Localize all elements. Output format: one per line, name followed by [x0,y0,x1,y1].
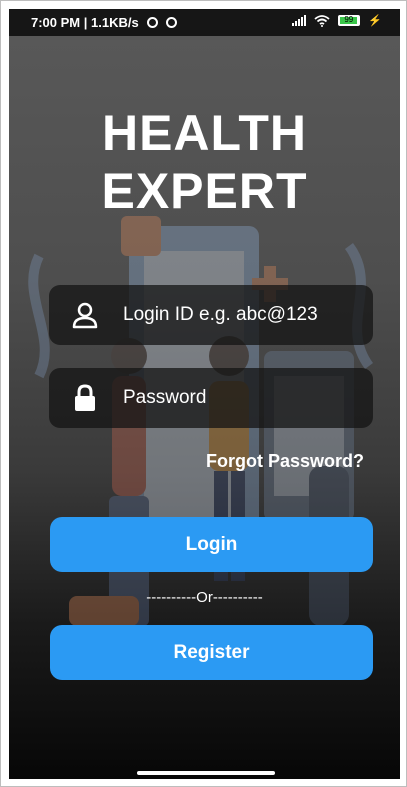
status-bar: 7:00 PM | 1.1KB/s 99 ⚡ [9,9,400,36]
register-button[interactable]: Register [50,625,373,680]
login-id-placeholder: Login ID e.g. abc@123 [123,304,318,325]
status-time: 7:00 PM | 1.1KB/s [31,15,139,30]
battery-level: 99 [340,16,358,24]
user-icon [69,299,101,331]
signal-icon [292,15,307,26]
charging-icon: ⚡ [368,15,382,27]
sync-icon [165,17,177,28]
login-button[interactable]: Login [50,517,373,572]
forgot-password-link[interactable]: Forgot Password? [206,451,364,472]
login-id-field[interactable]: Login ID e.g. abc@123 [49,285,373,345]
home-indicator[interactable] [137,771,275,775]
lock-icon [69,382,101,414]
app-title-line-1: HEALTH [101,105,308,161]
phone-screen: 7:00 PM | 1.1KB/s 99 ⚡ HEALTH EXPERT Log… [9,9,400,779]
password-placeholder: Password [123,387,207,408]
or-divider: ----------Or---------- [146,589,263,606]
app-title-line-2: EXPERT [101,163,308,219]
status-left: 7:00 PM | 1.1KB/s [31,15,177,30]
sync-icon [146,17,158,28]
password-field[interactable]: Password [49,368,373,428]
status-right: 99 ⚡ [292,14,382,27]
wifi-icon [314,14,330,27]
screenshot-frame: 7:00 PM | 1.1KB/s 99 ⚡ HEALTH EXPERT Log… [0,0,407,787]
battery-icon: 99 [338,15,361,26]
